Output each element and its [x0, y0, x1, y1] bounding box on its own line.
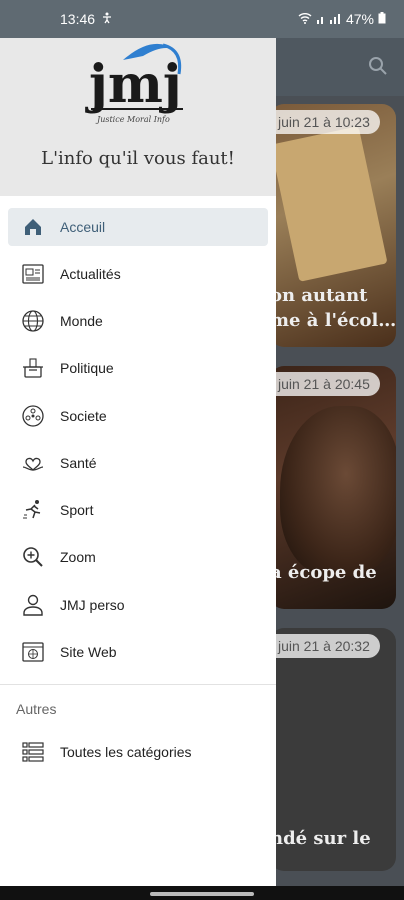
- drawer-header: jmj Justice Moral Info L'info qu'il vous…: [0, 38, 276, 196]
- wifi-icon: [298, 11, 312, 27]
- card-title-line: a écope de: [270, 562, 377, 583]
- signal-icon: [316, 11, 342, 27]
- status-bar: 13:46 47%: [0, 0, 404, 38]
- card-title-line: ndé sur le: [270, 828, 371, 849]
- menu-item-label: Monde: [60, 312, 103, 329]
- accessibility-icon: [101, 11, 113, 27]
- card-image: [270, 126, 388, 282]
- menu-item-label: Sport: [60, 502, 94, 519]
- menu-item-site-web[interactable]: Site Web: [8, 628, 268, 675]
- drawer-tagline: L'info qu'il vous faut!: [41, 148, 235, 169]
- newspaper-icon: [20, 261, 46, 287]
- card-date: juin 21 à 20:45: [270, 372, 380, 396]
- navigation-drawer: jmj Justice Moral Info L'info qu'il vous…: [0, 38, 276, 886]
- card-title: ndé sur le: [270, 826, 396, 851]
- menu-item-label: Societe: [60, 407, 107, 424]
- jmj-logo: jmj Justice Moral Info: [83, 40, 193, 130]
- card-title: a écope de: [270, 560, 396, 585]
- menu-item-all-categories[interactable]: Toutes les catégories: [8, 729, 268, 776]
- card-date: juin 21 à 10:23: [270, 110, 380, 134]
- runner-icon: [20, 497, 46, 523]
- menu-item-label: Site Web: [60, 644, 117, 661]
- menu-item-monde[interactable]: Monde: [8, 297, 268, 344]
- svg-text:jmj: jmj: [85, 54, 182, 115]
- home-indicator[interactable]: [150, 892, 254, 896]
- drawer-menu: Acceuil Actualités Monde Politique Socie: [0, 196, 276, 676]
- menu-item-label: Zoom: [60, 549, 96, 566]
- menu-item-label: Politique: [60, 360, 114, 377]
- web-icon: [20, 639, 46, 665]
- status-right: 47%: [298, 11, 386, 27]
- battery-icon: [378, 11, 386, 27]
- news-card[interactable]: juin 21 à 20:45 a écope de: [270, 366, 396, 609]
- svg-text:Justice Moral Info: Justice Moral Info: [95, 115, 170, 124]
- menu-item-label: Toutes les catégories: [60, 744, 192, 761]
- card-title: on autant me à l'écol…: [270, 283, 396, 333]
- ballot-box-icon: [20, 355, 46, 381]
- card-title-line: on autant: [270, 285, 368, 306]
- menu-item-societe[interactable]: Societe: [8, 392, 268, 439]
- globe-icon: [20, 308, 46, 334]
- menu-item-label: Actualités: [60, 265, 121, 282]
- health-icon: [20, 450, 46, 476]
- section-title-autres: Autres: [16, 700, 57, 717]
- status-left: 13:46: [60, 11, 113, 27]
- zoom-icon: [20, 544, 46, 570]
- society-icon: [20, 403, 46, 429]
- menu-item-sante[interactable]: Santé: [8, 439, 268, 486]
- menu-item-zoom[interactable]: Zoom: [8, 534, 268, 581]
- person-icon: [20, 592, 46, 618]
- menu-item-acceuil[interactable]: Acceuil: [8, 208, 268, 246]
- card-title-line: me à l'écol…: [270, 310, 396, 331]
- menu-item-jmj-perso[interactable]: JMJ perso: [8, 581, 268, 628]
- menu-item-politique[interactable]: Politique: [8, 345, 268, 392]
- menu-item-label: Acceuil: [60, 219, 106, 235]
- search-icon[interactable]: [368, 56, 388, 76]
- card-date: juin 21 à 20:32: [270, 634, 380, 658]
- menu-item-sport[interactable]: Sport: [8, 486, 268, 533]
- battery-percentage: 47%: [345, 11, 374, 27]
- menu-item-label: Santé: [60, 454, 97, 471]
- status-time: 13:46: [60, 11, 96, 27]
- news-card[interactable]: juin 21 à 20:32 ndé sur le: [270, 628, 396, 871]
- menu-item-label: JMJ perso: [60, 596, 125, 613]
- news-card[interactable]: juin 21 à 10:23 on autant me à l'écol…: [270, 104, 396, 347]
- list-icon: [20, 739, 46, 765]
- home-icon: [20, 214, 46, 240]
- card-image: [280, 406, 396, 576]
- menu-item-actualites[interactable]: Actualités: [8, 250, 268, 297]
